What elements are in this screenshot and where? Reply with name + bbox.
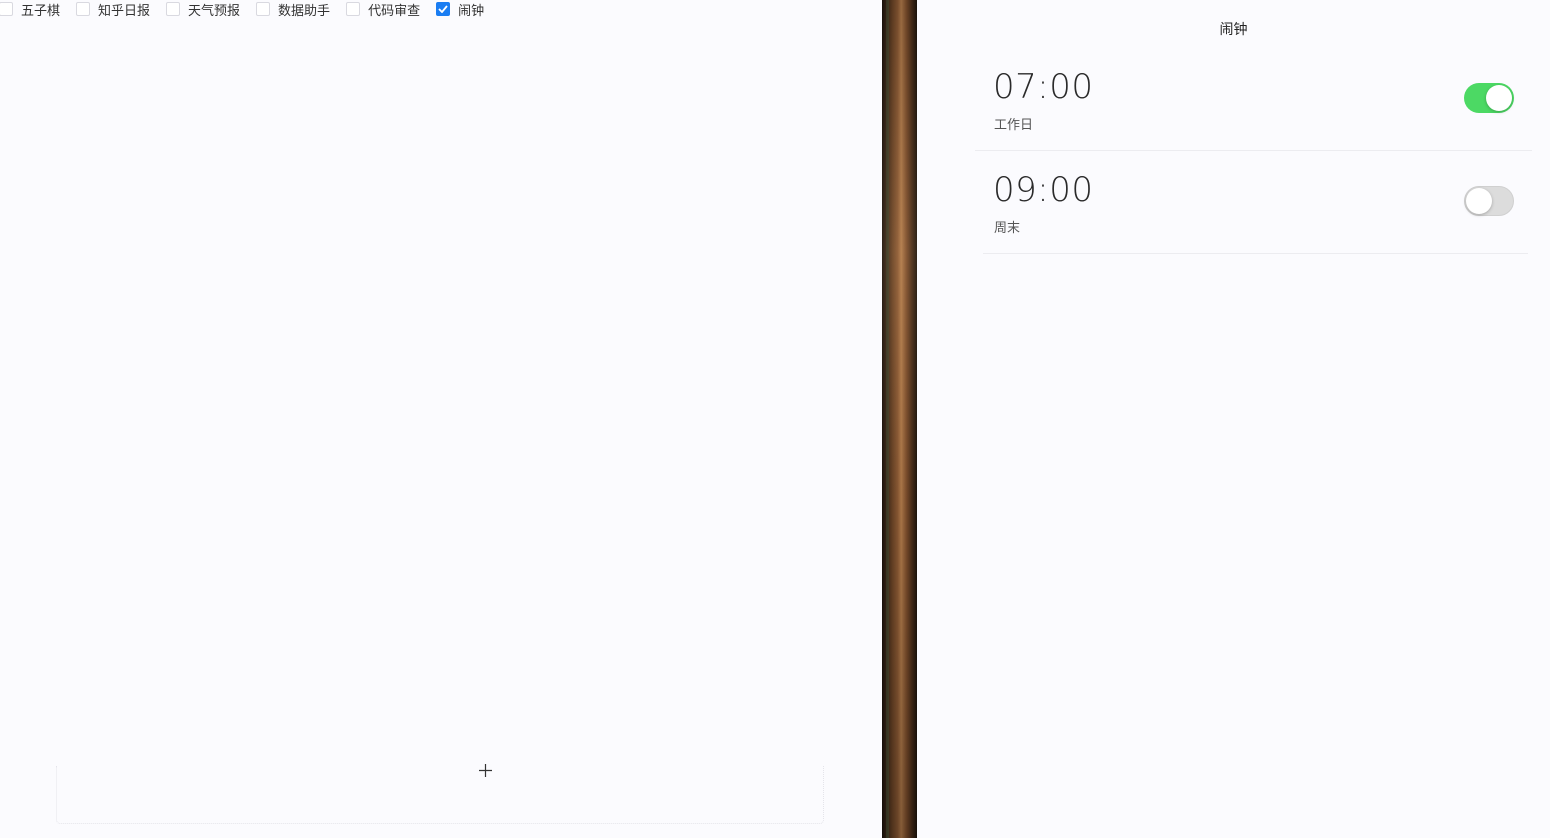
checkbox-weather[interactable]: 天气预报: [166, 0, 240, 19]
alarm-repeat-label: 工作日: [994, 118, 1034, 133]
checkbox-data-assistant[interactable]: 数据助手: [256, 0, 330, 19]
plus-icon[interactable]: [478, 763, 493, 778]
checkbox-label: 知乎日报: [98, 3, 151, 19]
alarm-repeat-label: 周末: [994, 221, 1021, 236]
checkbox-gomoku[interactable]: 五子棋: [0, 0, 60, 19]
alarm-toggle[interactable]: [1464, 186, 1514, 216]
checkbox-label: 数据助手: [278, 3, 331, 19]
add-area[interactable]: [56, 766, 824, 824]
checkbox-alarm[interactable]: 闹钟: [436, 0, 484, 19]
checkbox-box[interactable]: [166, 2, 181, 16]
toggle-knob: [1466, 188, 1492, 214]
checkbox-label: 闹钟: [458, 3, 485, 19]
checkbox-label: 五子棋: [21, 3, 61, 19]
checkbox-label: 天气预报: [188, 3, 241, 19]
checkbox-box[interactable]: [346, 2, 361, 16]
checkbox-box[interactable]: [256, 2, 271, 16]
alarm-time: 07:00: [993, 67, 1094, 107]
toggle-knob: [1486, 85, 1512, 111]
checkbox-code-review[interactable]: 代码审查: [346, 0, 420, 19]
alarm-row[interactable]: 07:00 工作日: [975, 47, 1532, 151]
alarm-toggle[interactable]: [1464, 83, 1514, 113]
background-image-strip: [882, 0, 917, 838]
alarm-panel: 闹钟 07:00 工作日 09:00 周末: [917, 0, 1550, 838]
left-pane: 五子棋 知乎日报 天气预报 数据助手 代码审查 闹钟: [0, 0, 882, 838]
alarm-row[interactable]: 09:00 周末: [983, 150, 1528, 254]
checkbox-zhihu-daily[interactable]: 知乎日报: [76, 0, 150, 19]
checkbox-box[interactable]: [0, 2, 13, 16]
checkbox-label: 代码审查: [368, 3, 421, 19]
alarm-panel-title: 闹钟: [1219, 22, 1248, 38]
checkbox-box[interactable]: [436, 2, 451, 16]
alarm-time: 09:00: [993, 170, 1094, 210]
checkbox-box[interactable]: [76, 2, 91, 16]
app-checkbox-bar: 五子棋 知乎日报 天气预报 数据助手 代码审查 闹钟: [0, 0, 500, 19]
